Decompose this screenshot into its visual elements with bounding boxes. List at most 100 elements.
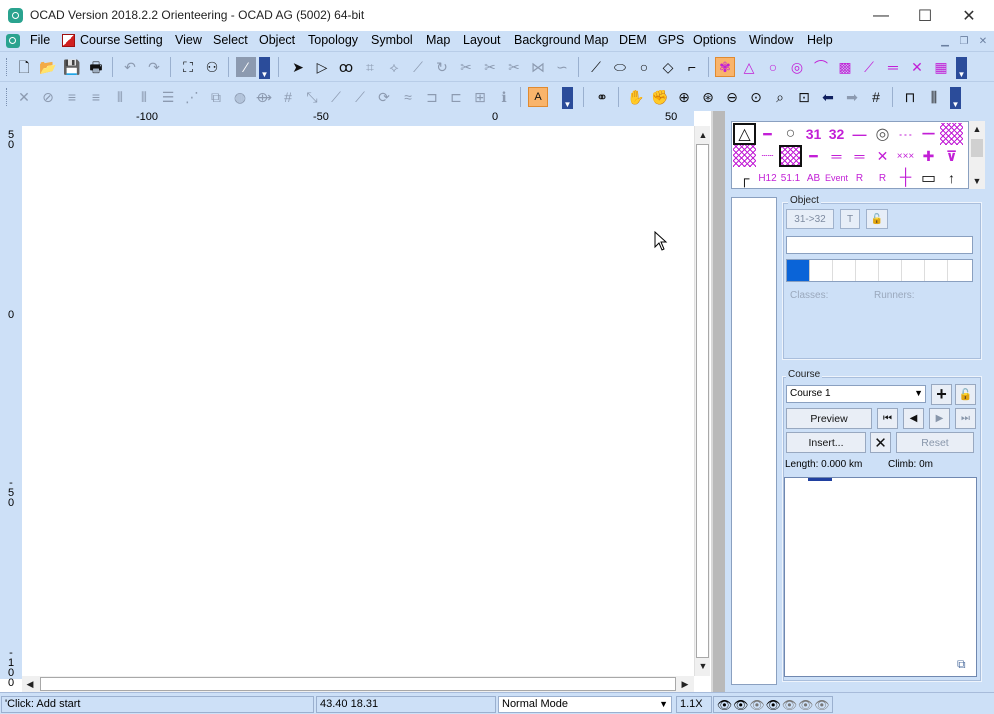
eye-icon[interactable]: 👁 (814, 698, 830, 712)
crossing-point-icon[interactable]: ═ (883, 57, 903, 77)
insert-button[interactable]: Insert... (786, 432, 866, 453)
symbol-text-h12[interactable]: H12 (756, 167, 779, 189)
color-swatch-selected[interactable] (787, 260, 810, 281)
symbol-solid-line[interactable]: ━ (802, 145, 825, 167)
cut-icon[interactable]: ✂ (456, 57, 476, 77)
zoom-out-icon[interactable]: ⊖ (722, 87, 742, 107)
previous-icon[interactable]: ◀ (903, 408, 924, 429)
course-control-icon[interactable]: ✾ (715, 57, 735, 77)
eye-icon[interactable]: 👁 (766, 698, 782, 712)
straight-line-icon[interactable]: ⌐ (682, 57, 702, 77)
marked-route-icon[interactable]: ⌒ (811, 57, 831, 77)
map-canvas[interactable] (22, 126, 694, 676)
color-swatch[interactable] (902, 260, 925, 281)
object-text-field[interactable] (786, 236, 973, 254)
menu-symbol[interactable]: Symbol (371, 33, 413, 47)
scroll-left-icon[interactable]: ◀ (22, 676, 38, 692)
pan-hand-icon[interactable]: ✋ (626, 87, 646, 107)
forbidden-area-icon[interactable]: ▩ (835, 57, 855, 77)
find-icon[interactable]: ⚭ (592, 87, 612, 107)
add-course-button[interactable]: + (931, 384, 952, 405)
symbol-dangerous-area[interactable] (779, 145, 802, 167)
simplify-icon[interactable]: ≈ (398, 87, 418, 107)
menu-help[interactable]: Help (807, 33, 833, 47)
previous-view-icon[interactable]: ⬅ (818, 87, 838, 107)
clip-icon[interactable]: ⟋ (350, 87, 370, 107)
delete-control-icon[interactable]: ✕ (870, 432, 891, 453)
control-circle-icon[interactable]: ○ (763, 57, 783, 77)
symbol-wall[interactable]: ××× (894, 145, 917, 167)
symbol-text-ab[interactable]: AB (802, 167, 825, 189)
symbol-cross[interactable]: ┼ (894, 167, 917, 189)
course-controls-list[interactable]: ⧉ (784, 477, 977, 677)
table-icon[interactable]: ⊞ (470, 87, 490, 107)
menu-options[interactable]: Options (693, 33, 736, 47)
menu-window[interactable]: Window (749, 33, 793, 47)
mdi-minimize-icon[interactable]: ▁ (937, 34, 953, 48)
scroll-up-icon[interactable]: ▲ (695, 127, 711, 143)
next-icon[interactable]: ▶ (929, 408, 950, 429)
panel-splitter[interactable] (711, 111, 725, 692)
save-icon[interactable]: 💾 (62, 57, 82, 77)
toolbar-grip[interactable] (6, 58, 9, 76)
symbol-frame[interactable]: ▭ (917, 167, 940, 189)
align-left-icon[interactable]: ≡ (62, 87, 82, 107)
pan-scroll-icon[interactable]: ✊ (650, 87, 670, 107)
symbol-text-51[interactable]: 51.1 (779, 167, 802, 189)
toolbar-dropdown-icon[interactable]: ▼ (956, 57, 967, 79)
fillet-icon[interactable]: ⊐ (422, 87, 442, 107)
finish-icon[interactable]: ◎ (787, 57, 807, 77)
cut-area-icon[interactable]: ✂ (480, 57, 500, 77)
eye-icon[interactable]: 👁 (749, 698, 765, 712)
distribute-v-icon[interactable]: ⦀ (134, 87, 154, 107)
color-swatch[interactable] (948, 260, 972, 281)
course-dropdown[interactable]: Course 1 ▼ (786, 385, 926, 403)
print-icon[interactable]: 🖶 (86, 57, 106, 77)
mdi-restore-icon[interactable]: ❐ (956, 34, 972, 48)
menu-object[interactable]: Object (259, 33, 295, 47)
menu-gps[interactable]: GPS (658, 33, 684, 47)
vertical-scroll-thumb[interactable] (696, 144, 709, 658)
arrange-icon[interactable]: ⊏ (446, 87, 466, 107)
mdi-close-icon[interactable]: ✕ (975, 34, 991, 48)
menu-file[interactable]: File (30, 33, 50, 47)
ruler-icon[interactable]: ⊓ (900, 87, 920, 107)
redo-icon[interactable]: ↷ (144, 57, 164, 77)
grid-icon[interactable]: # (278, 87, 298, 107)
rectangle-mode-icon[interactable]: ◇ (658, 57, 678, 77)
fill-icon[interactable]: ◍ (230, 87, 250, 107)
check-icon[interactable]: ⊘ (38, 87, 58, 107)
forbidden-route-icon[interactable]: ✕ (907, 57, 927, 77)
delete-icon[interactable]: ✕ (14, 87, 34, 107)
toolbar-dropdown-icon[interactable]: ▼ (562, 87, 573, 109)
copy-icon[interactable]: ⧉ (957, 657, 973, 673)
menu-select[interactable]: Select (213, 33, 248, 47)
symbol-refreshment[interactable]: ⊽ (940, 145, 963, 167)
symbol-code-31[interactable]: 31 (802, 123, 825, 145)
symbol-relay-2[interactable]: R (871, 167, 894, 189)
zoom-box-icon[interactable]: ⊛ (698, 87, 718, 107)
curve-mode-icon[interactable]: ⟋ (586, 57, 606, 77)
symbol-start[interactable]: △ (733, 123, 756, 145)
zoom-in-icon[interactable]: ⊕ (674, 87, 694, 107)
zoom-map-icon[interactable]: ⌕ (770, 87, 790, 107)
scroll-up-icon[interactable]: ▲ (969, 121, 985, 137)
start-triangle-icon[interactable]: △ (739, 57, 759, 77)
first-icon[interactable]: ⏮ (877, 408, 898, 429)
course-list[interactable] (731, 197, 777, 685)
undo-icon[interactable]: ↶ (120, 57, 140, 77)
symbol-code-32[interactable]: 32 (825, 123, 848, 145)
scroll-down-icon[interactable]: ▼ (695, 658, 711, 674)
show-grid-icon[interactable]: # (866, 87, 886, 107)
hatch-icon[interactable]: ⋰ (182, 87, 202, 107)
lock-icon[interactable]: 🔓 (866, 209, 888, 229)
color-swatch[interactable] (833, 260, 856, 281)
next-view-icon[interactable]: ➡ (842, 87, 862, 107)
menu-topology[interactable]: Topology (308, 33, 358, 47)
scroll-down-icon[interactable]: ▼ (969, 173, 985, 189)
close-icon[interactable]: ✕ (946, 0, 992, 31)
measure-icon[interactable]: ⫼ (924, 87, 944, 107)
symbol-control[interactable]: ○ (779, 123, 802, 145)
symbol-relay[interactable]: R (848, 167, 871, 189)
new-file-icon[interactable]: 🗋 (14, 57, 34, 77)
